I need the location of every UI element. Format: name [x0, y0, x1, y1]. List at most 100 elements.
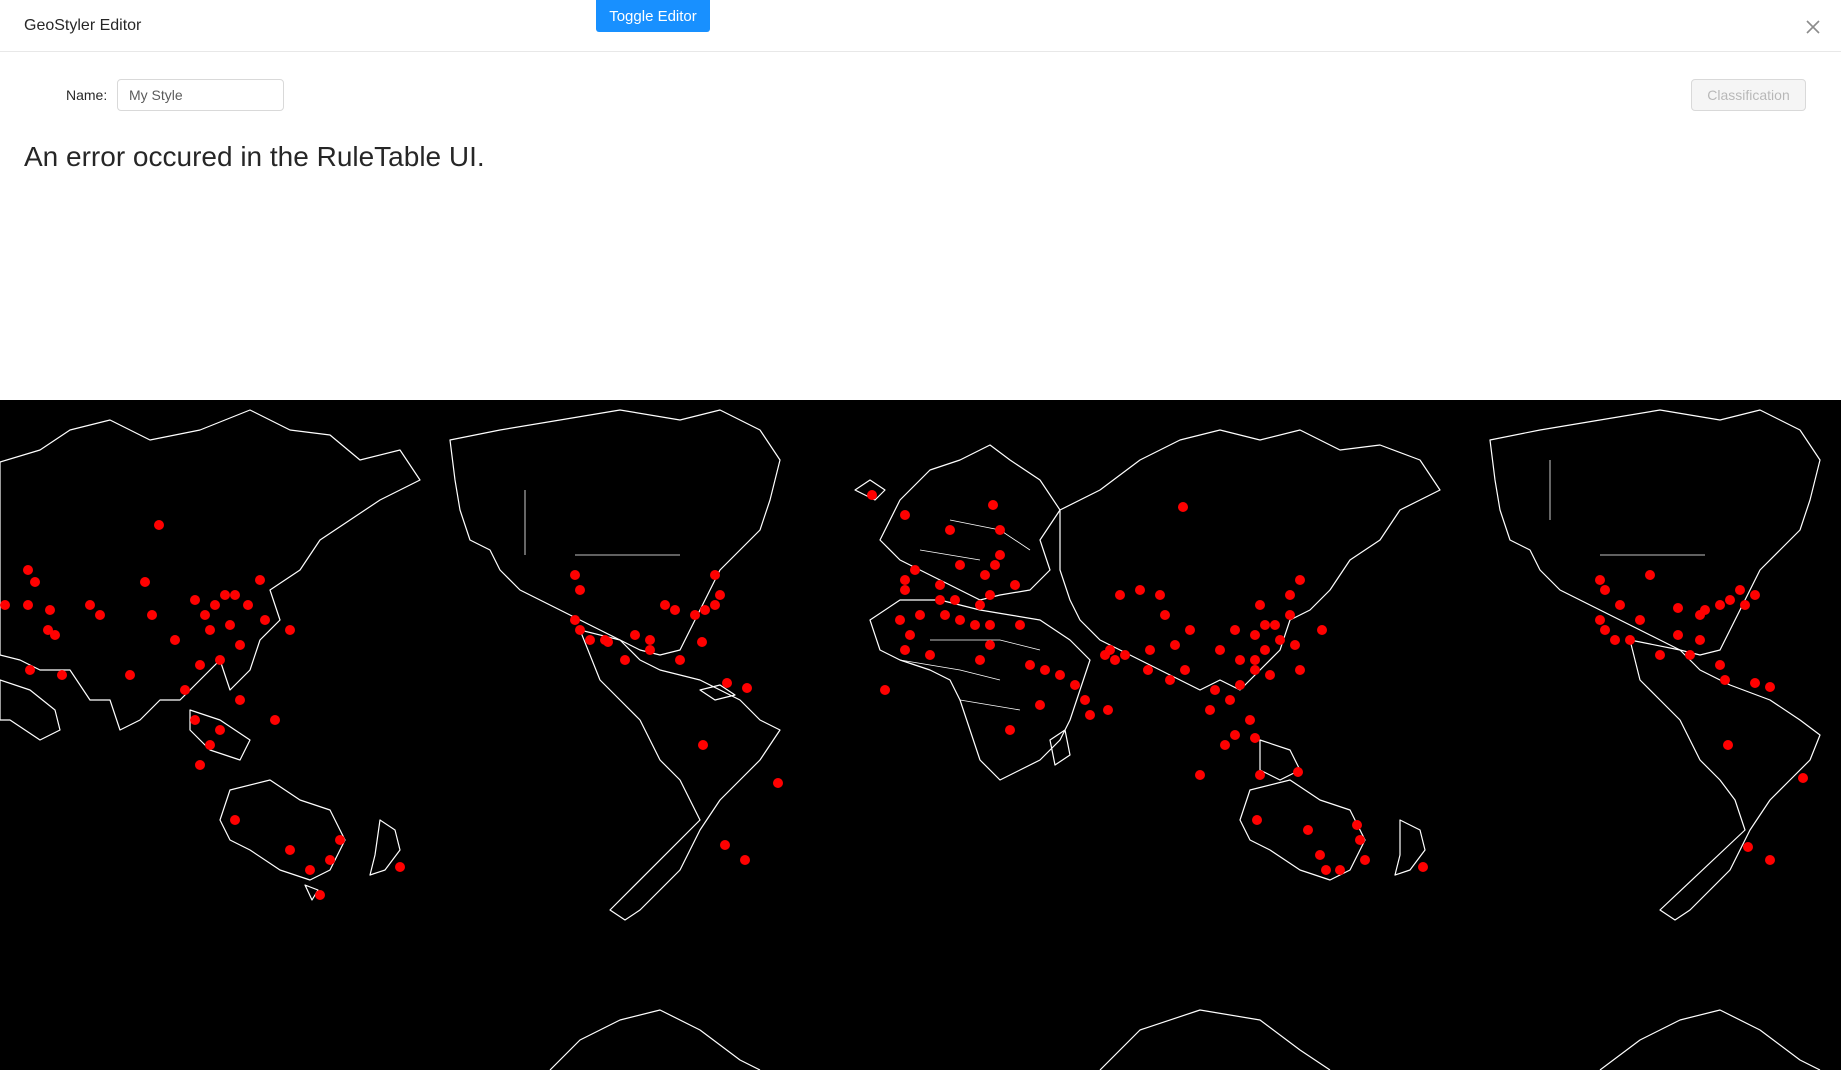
map-point [30, 577, 40, 587]
map-point [180, 685, 190, 695]
map-point [1205, 705, 1215, 715]
map-point [660, 600, 670, 610]
map-point [1315, 850, 1325, 860]
map-point [1293, 767, 1303, 777]
map-point [1005, 725, 1015, 735]
map-point [1750, 678, 1760, 688]
map-point [630, 630, 640, 640]
map-point [905, 630, 915, 640]
map-point [925, 650, 935, 660]
map-point [575, 585, 585, 595]
map-point [715, 590, 725, 600]
data-points [0, 490, 1808, 900]
map-point [1635, 615, 1645, 625]
map-point [23, 565, 33, 575]
map-point [25, 665, 35, 675]
map-point [1160, 610, 1170, 620]
world-map [0, 409, 1821, 1070]
map-point [1765, 855, 1775, 865]
map-point [1260, 620, 1270, 630]
map-point [1120, 650, 1130, 660]
map-point [945, 525, 955, 535]
map-point [980, 570, 990, 580]
map-point [900, 510, 910, 520]
error-message: An error occured in the RuleTable UI. [24, 141, 485, 172]
map-point [1250, 630, 1260, 640]
map-point [1295, 665, 1305, 675]
map-point [195, 760, 205, 770]
map-point [1230, 730, 1240, 740]
map-point [1625, 635, 1635, 645]
toggle-editor-button[interactable]: Toggle Editor [596, 0, 710, 32]
map-point [1225, 695, 1235, 705]
classification-button[interactable]: Classification [1691, 79, 1806, 111]
map-point [1295, 575, 1305, 585]
map-point [95, 610, 105, 620]
map-point [147, 610, 157, 620]
close-icon[interactable] [1800, 14, 1826, 40]
map-point [1015, 620, 1025, 630]
map-point [1260, 645, 1270, 655]
map-point [1610, 635, 1620, 645]
map-point [1720, 675, 1730, 685]
map-point [1765, 682, 1775, 692]
map-point [1655, 650, 1665, 660]
map-point [195, 660, 205, 670]
map-point [45, 605, 55, 615]
map-point [1735, 585, 1745, 595]
map-point [995, 550, 1005, 560]
map-point [1352, 820, 1362, 830]
map-point [1270, 620, 1280, 630]
map-point [935, 580, 945, 590]
map-point [125, 670, 135, 680]
map-point [722, 678, 732, 688]
map-point [742, 683, 752, 693]
coastlines [0, 409, 1821, 1070]
map-point [1145, 645, 1155, 655]
map-point [1055, 670, 1065, 680]
map-point [1317, 625, 1327, 635]
map-point [990, 560, 1000, 570]
map-point [23, 600, 33, 610]
map-point [1252, 815, 1262, 825]
map-point [1321, 865, 1331, 875]
map-point [220, 590, 230, 600]
map-point [0, 600, 10, 610]
map-point [975, 600, 985, 610]
map-point [1715, 600, 1725, 610]
map-point [1615, 600, 1625, 610]
map-point [215, 655, 225, 665]
map-point [1195, 770, 1205, 780]
map-point [1070, 680, 1080, 690]
map-point [1673, 603, 1683, 613]
map-point [1178, 502, 1188, 512]
map-point [1695, 635, 1705, 645]
map-point [210, 600, 220, 610]
style-name-input[interactable] [117, 79, 284, 111]
map-point [955, 560, 965, 570]
map-point [243, 600, 253, 610]
map-point [154, 520, 164, 530]
map-point [985, 620, 995, 630]
map-point [395, 862, 405, 872]
map-point [1725, 595, 1735, 605]
map-point [1290, 640, 1300, 650]
map-point [645, 635, 655, 645]
map-point [1723, 740, 1733, 750]
map-point [1600, 585, 1610, 595]
map-point [190, 595, 200, 605]
map-point [1135, 585, 1145, 595]
map-point [43, 625, 53, 635]
map-point [1275, 635, 1285, 645]
map-point [995, 525, 1005, 535]
map-point [1215, 645, 1225, 655]
map-point [900, 585, 910, 595]
map-point [570, 570, 580, 580]
map-point [950, 595, 960, 605]
map-point [773, 778, 783, 788]
map-canvas[interactable] [0, 400, 1841, 1070]
map-point [1143, 665, 1153, 675]
map-point [1695, 610, 1705, 620]
map-point [697, 637, 707, 647]
map-point [200, 610, 210, 620]
